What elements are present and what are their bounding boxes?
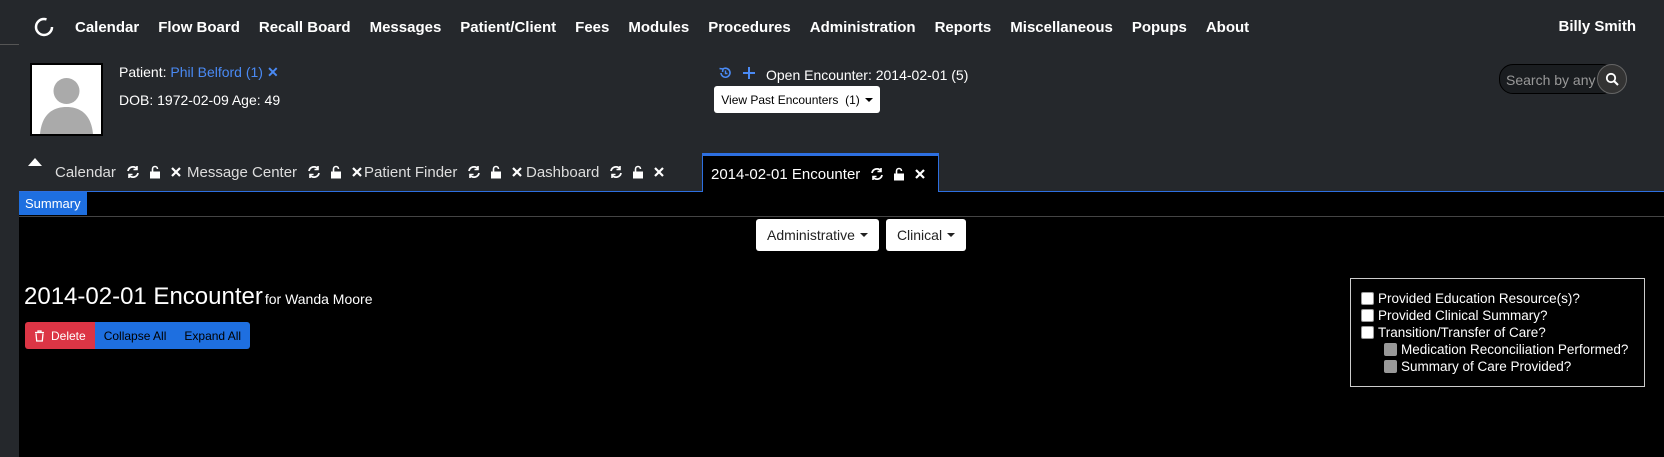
encounter-for-label: for Wanda Moore — [264, 291, 373, 307]
menu-popups[interactable]: Popups — [1132, 19, 1187, 36]
care-checklist-box: Provided Education Resource(s)? Provided… — [1350, 278, 1645, 387]
summary-of-care-checkbox — [1384, 360, 1397, 373]
encounter-title: 2014-02-01 Encounter — [24, 283, 263, 310]
checklist-label: Medication Reconciliation Performed? — [1401, 342, 1629, 357]
menu-modules[interactable]: Modules — [628, 19, 689, 36]
collapse-header-icon[interactable] — [28, 158, 42, 166]
menu-administration[interactable]: Administration — [810, 19, 916, 36]
tab-bar: Calendar Message Center Patient Finder D… — [19, 153, 1664, 192]
collapse-all-button[interactable]: Collapse All — [94, 322, 176, 349]
unlock-icon[interactable] — [892, 167, 906, 181]
main-menu: Calendar Flow Board Recall Board Message… — [75, 0, 1268, 54]
refresh-icon[interactable] — [870, 167, 884, 181]
patient-dob-age: DOB: 1972-02-09 Age: 49 — [119, 92, 281, 108]
patient-label: Patient: — [119, 64, 167, 80]
search-icon — [1605, 72, 1619, 86]
unlock-icon[interactable] — [148, 165, 162, 179]
trash-icon — [35, 329, 44, 342]
close-icon[interactable] — [914, 168, 926, 180]
menu-about[interactable]: About — [1206, 19, 1249, 36]
view-past-encounters-button[interactable]: View Past Encounters (1) — [714, 86, 880, 113]
encounter-actions: Delete Collapse All Expand All — [25, 322, 251, 349]
clinical-summary-checkbox[interactable] — [1361, 309, 1374, 322]
tab-encounter[interactable]: 2014-02-01 Encounter — [702, 153, 940, 192]
patient-bar: Patient: Phil Belford (1) ✕ DOB: 1972-02-… — [19, 54, 1664, 153]
unlock-icon[interactable] — [329, 165, 343, 179]
checklist-label: Provided Clinical Summary? — [1378, 308, 1548, 323]
refresh-icon[interactable] — [126, 165, 140, 179]
history-icon[interactable] — [718, 66, 732, 83]
menu-calendar[interactable]: Calendar — [75, 19, 139, 36]
transition-of-care-checkbox[interactable] — [1361, 326, 1374, 339]
administrative-label: Administrative — [767, 227, 855, 243]
refresh-icon[interactable] — [307, 165, 321, 179]
patient-avatar — [30, 63, 103, 136]
close-icon[interactable] — [170, 166, 182, 178]
encounter-subtabs: Summary — [19, 192, 1664, 217]
avatar-placeholder-icon — [32, 65, 101, 134]
checklist-label: Provided Education Resource(s)? — [1378, 291, 1580, 306]
encounter-line: Open Encounter: 2014-02-01 (5) — [718, 66, 968, 83]
search-button[interactable] — [1597, 64, 1627, 94]
education-resource-checkbox[interactable] — [1361, 292, 1374, 305]
checklist-item[interactable]: Transition/Transfer of Care? — [1361, 325, 1546, 340]
tab-message-center[interactable]: Message Center — [187, 153, 367, 191]
unlock-icon[interactable] — [489, 165, 503, 179]
add-encounter-icon[interactable] — [742, 66, 756, 83]
checklist-item: Summary of Care Provided? — [1384, 359, 1571, 374]
tab-calendar[interactable]: Calendar — [55, 153, 186, 191]
menu-messages[interactable]: Messages — [370, 19, 442, 36]
tab-label: Calendar — [55, 163, 116, 181]
tab-label: Patient Finder — [364, 163, 458, 181]
tab-dashboard[interactable]: Dashboard — [526, 153, 669, 191]
checklist-item: Medication Reconciliation Performed? — [1384, 342, 1628, 357]
checklist-label: Transition/Transfer of Care? — [1378, 325, 1546, 340]
chevron-down-icon — [864, 97, 873, 102]
tab-summary[interactable]: Summary — [19, 192, 87, 215]
chevron-down-icon — [947, 233, 956, 237]
refresh-icon[interactable] — [609, 165, 623, 179]
search-placeholder: Search by any de — [1506, 72, 1611, 88]
patient-name-link[interactable]: Phil Belford (1) — [170, 64, 263, 80]
tab-label: Message Center — [187, 163, 298, 181]
menu-patient-client[interactable]: Patient/Client — [460, 19, 556, 36]
view-past-encounters-label: View Past Encounters (1) — [721, 92, 860, 107]
checklist-item[interactable]: Provided Clinical Summary? — [1361, 308, 1548, 323]
menu-fees[interactable]: Fees — [575, 19, 609, 36]
menu-flow-board[interactable]: Flow Board — [158, 19, 240, 36]
expand-all-button[interactable]: Expand All — [175, 322, 251, 349]
app-window: Calendar Flow Board Recall Board Message… — [19, 0, 1664, 457]
unlock-icon[interactable] — [631, 165, 645, 179]
menu-reports[interactable]: Reports — [935, 19, 992, 36]
clinical-dropdown[interactable]: Clinical — [886, 219, 966, 251]
clinical-label: Clinical — [896, 227, 943, 243]
menu-recall-board[interactable]: Recall Board — [259, 19, 351, 36]
close-patient-icon[interactable]: ✕ — [267, 64, 279, 80]
left-window-strip — [0, 0, 20, 457]
medication-reconciliation-checkbox — [1384, 343, 1397, 356]
patient-line: Patient: Phil Belford (1) ✕ — [119, 64, 279, 81]
close-icon[interactable] — [653, 166, 665, 178]
close-icon[interactable] — [511, 166, 523, 178]
delete-button[interactable]: Delete — [25, 322, 95, 349]
tab-label: Dashboard — [526, 163, 600, 181]
open-encounter-label: Open Encounter: 2014-02-01 (5) — [766, 66, 969, 83]
menu-miscellaneous[interactable]: Miscellaneous — [1010, 19, 1113, 36]
user-menu[interactable]: Billy Smith — [1558, 18, 1636, 35]
tab-label: 2014-02-01 Encounter — [711, 165, 861, 183]
tab-patient-finder[interactable]: Patient Finder — [364, 153, 527, 191]
chevron-down-icon — [859, 233, 868, 237]
checklist-label: Summary of Care Provided? — [1401, 359, 1572, 374]
top-navbar: Calendar Flow Board Recall Board Message… — [19, 0, 1664, 54]
page-title: 2014-02-01 Encounter for Wanda Moore — [24, 283, 372, 311]
refresh-icon[interactable] — [467, 165, 481, 179]
delete-label: Delete — [51, 328, 86, 343]
checklist-item[interactable]: Provided Education Resource(s)? — [1361, 291, 1580, 306]
app-logo-icon[interactable] — [33, 16, 55, 38]
administrative-dropdown[interactable]: Administrative — [756, 219, 879, 251]
menu-procedures[interactable]: Procedures — [708, 19, 791, 36]
close-icon[interactable] — [351, 166, 363, 178]
